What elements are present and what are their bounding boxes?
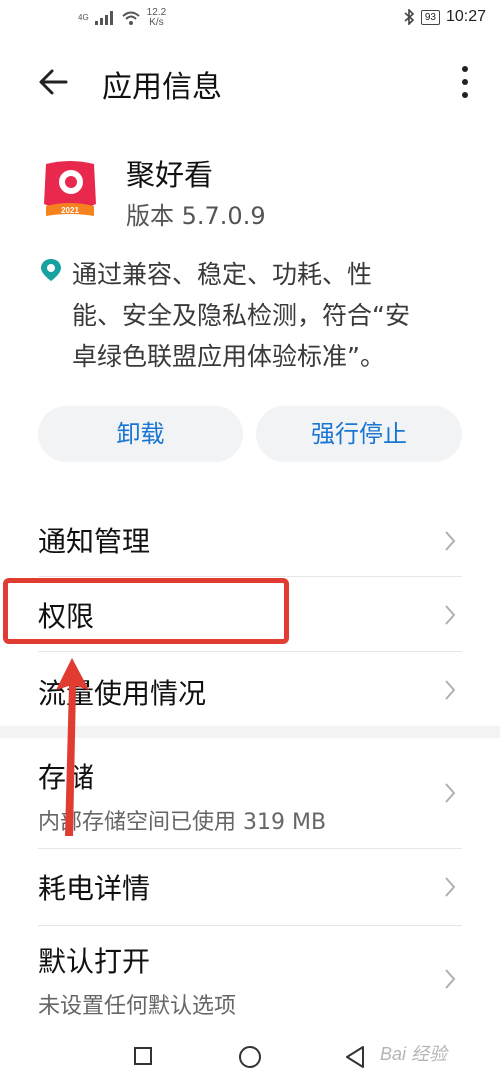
back-arrow-icon[interactable] <box>36 64 72 100</box>
settings-item-storage[interactable]: 存储 内部存储空间已使用 319 MB <box>38 738 466 848</box>
shield-check-icon <box>41 259 61 281</box>
chevron-right-icon <box>445 680 456 700</box>
nav-back-icon[interactable] <box>344 1045 366 1069</box>
certification-line: 卓绿色联盟应用体验标准”。 <box>72 342 385 371</box>
wifi-icon <box>122 11 140 25</box>
settings-item-data-usage[interactable]: 流量使用情况 <box>38 652 466 726</box>
settings-item-default-open[interactable]: 默认打开 未设置任何默认选项 <box>38 926 466 1026</box>
recent-apps-icon[interactable] <box>133 1046 153 1066</box>
status-right: 93 10:27 <box>403 8 486 26</box>
clock: 10:27 <box>445 8 486 25</box>
chevron-right-icon <box>445 969 456 989</box>
watermark-text: Bai 经验 <box>380 1044 448 1064</box>
signal-icon <box>94 11 113 25</box>
chevron-right-icon <box>445 605 456 625</box>
network-speed: 12.2 K/s <box>147 8 166 28</box>
status-bar: 4G 12.2 K/s 93 10:27 <box>0 0 500 40</box>
home-icon[interactable] <box>238 1045 262 1069</box>
status-left: 4G 12.2 K/s <box>78 8 166 28</box>
more-options-icon[interactable] <box>460 64 470 100</box>
highlight-box <box>3 578 289 644</box>
bluetooth-icon <box>404 9 414 25</box>
page-title: 应用信息 <box>102 70 222 105</box>
app-icon-badge: 2021 <box>61 206 79 215</box>
settings-item-battery[interactable]: 耗电详情 <box>38 849 466 925</box>
chevron-right-icon <box>445 531 456 551</box>
settings-item-label: 通知管理 <box>38 525 151 558</box>
chevron-right-icon <box>445 783 456 803</box>
certification-text: 通过兼容、稳定、功耗、性 能、安全及隐私检测，符合“安 卓绿色联盟应用体验标准”… <box>72 254 472 377</box>
app-icon: 2021 <box>44 161 96 216</box>
network-type: 4G <box>78 13 89 22</box>
app-name: 聚好看 <box>126 158 214 192</box>
settings-item-label: 耗电详情 <box>38 872 151 905</box>
settings-item-subtitle: 未设置任何默认选项 <box>38 994 237 1019</box>
settings-item-notifications[interactable]: 通知管理 <box>38 506 466 576</box>
certification-line: 通过兼容、稳定、功耗、性 <box>72 260 373 289</box>
battery-indicator: 93 <box>420 9 440 25</box>
chevron-right-icon <box>445 877 456 897</box>
speed-unit: K/s <box>149 17 164 28</box>
force-stop-button[interactable]: 强行停止 <box>256 406 462 462</box>
app-version: 版本 5.7.0.9 <box>126 202 266 230</box>
title-bar: 应用信息 <box>0 50 500 114</box>
red-arrow-annotation <box>56 658 89 836</box>
settings-item-label: 默认打开 <box>38 945 151 978</box>
uninstall-button[interactable]: 卸载 <box>38 406 243 462</box>
certification-line: 能、安全及隐私检测，符合“安 <box>72 301 410 330</box>
